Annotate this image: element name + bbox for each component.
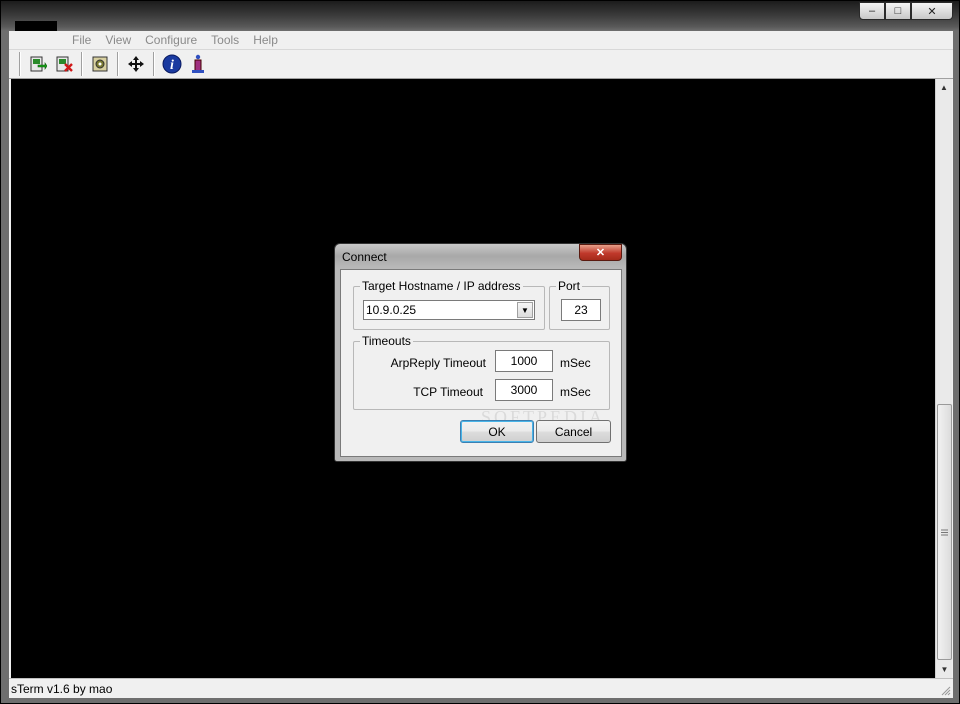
dialog-title: Connect	[342, 250, 387, 264]
port-input[interactable]: 23	[561, 299, 601, 321]
close-button[interactable]: ✕	[911, 2, 953, 20]
target-host-value[interactable]: 10.9.0.25	[364, 303, 517, 317]
toolbar-separator	[19, 52, 21, 76]
toolbar: i	[9, 49, 953, 79]
arpreply-timeout-input[interactable]: 1000	[495, 350, 553, 372]
arpreply-unit-label: mSec	[560, 356, 591, 370]
scrollbar-thumb[interactable]	[937, 404, 952, 660]
menu-file[interactable]: File	[65, 33, 98, 47]
timeouts-legend: Timeouts	[360, 334, 413, 348]
info-icon: i	[162, 54, 182, 74]
arpreply-timeout-label: ArpReply Timeout	[390, 356, 486, 370]
chevron-down-icon[interactable]: ▼	[517, 302, 533, 318]
menu-configure[interactable]: Configure	[138, 33, 204, 47]
svg-text:i: i	[170, 58, 174, 73]
target-legend: Target Hostname / IP address	[360, 279, 523, 293]
move-button[interactable]	[124, 52, 148, 76]
vertical-scrollbar[interactable]: ▲ ▼	[935, 79, 952, 678]
about-icon	[192, 54, 204, 73]
resize-grip-icon[interactable]	[939, 684, 951, 696]
settings-button[interactable]	[88, 52, 112, 76]
toolbar-separator	[153, 52, 155, 76]
caption-buttons: – □ ✕	[859, 2, 953, 20]
port-group: Port 23	[549, 279, 610, 330]
status-text: sTerm v1.6 by mao	[11, 681, 113, 696]
statusbar: sTerm v1.6 by mao	[9, 678, 953, 698]
toolbar-separator	[117, 52, 119, 76]
menu-view[interactable]: View	[98, 33, 138, 47]
maximize-button[interactable]: □	[885, 2, 911, 20]
timeouts-group: Timeouts ArpReply Timeout 1000 mSec TCP …	[353, 334, 610, 410]
menu-tools[interactable]: Tools	[204, 33, 246, 47]
connect-dialog: Connect ✕ Target Hostname / IP address 1…	[334, 243, 627, 462]
menubar: File View Configure Tools Help	[9, 31, 953, 49]
target-group: Target Hostname / IP address 10.9.0.25 ▼	[353, 279, 545, 330]
target-host-combobox[interactable]: 10.9.0.25 ▼	[363, 300, 535, 320]
minimize-button[interactable]: –	[859, 2, 885, 20]
menu-help[interactable]: Help	[246, 33, 285, 47]
toolbar-separator	[81, 52, 83, 76]
about-button[interactable]	[186, 52, 210, 76]
move-icon	[128, 56, 144, 72]
scroll-down-icon[interactable]: ▼	[936, 661, 953, 678]
connect-button[interactable]	[26, 52, 50, 76]
ok-button[interactable]: OK	[460, 420, 534, 443]
tcp-timeout-label: TCP Timeout	[413, 385, 483, 399]
disconnect-button[interactable]	[52, 52, 76, 76]
tcp-unit-label: mSec	[560, 385, 591, 399]
disconnect-icon	[56, 56, 73, 72]
settings-icon	[92, 56, 108, 72]
tcp-timeout-input[interactable]: 3000	[495, 379, 553, 401]
info-button[interactable]: i	[160, 52, 184, 76]
scroll-up-icon[interactable]: ▲	[936, 79, 952, 96]
dialog-close-button[interactable]: ✕	[579, 244, 622, 261]
connect-icon	[30, 56, 47, 72]
grip-lines-icon	[941, 529, 948, 535]
dialog-body: Target Hostname / IP address 10.9.0.25 ▼…	[340, 269, 622, 457]
cancel-button[interactable]: Cancel	[536, 420, 611, 443]
port-legend: Port	[556, 279, 583, 293]
